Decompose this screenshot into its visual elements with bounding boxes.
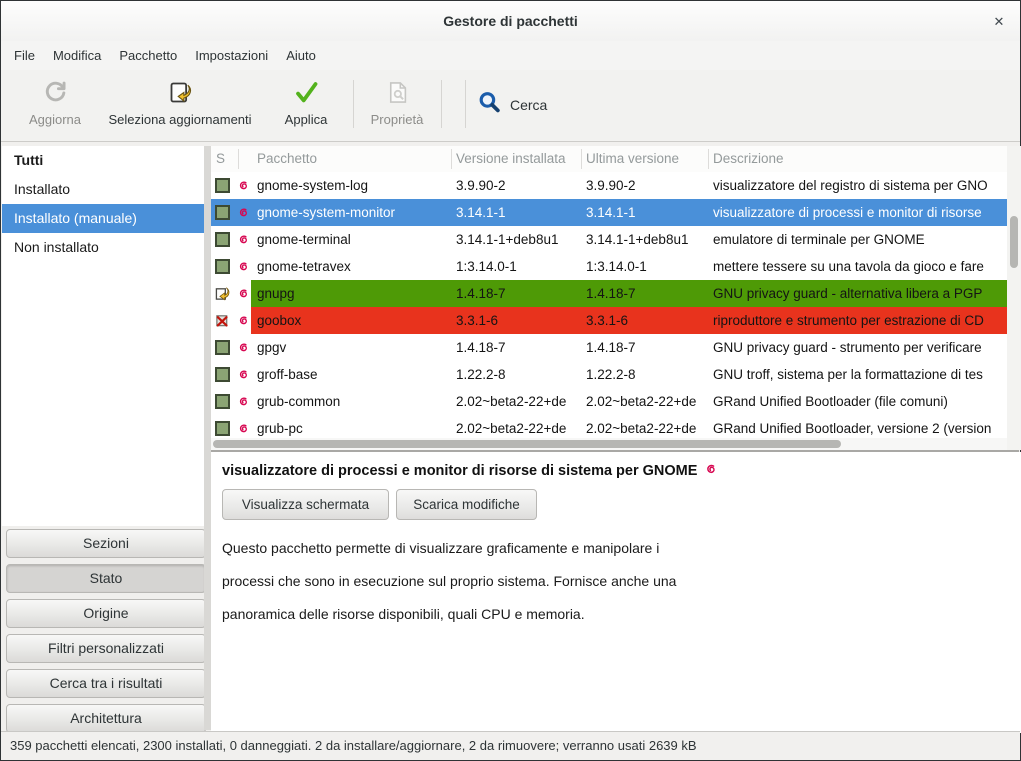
sections-button[interactable]: Sezioni: [6, 529, 206, 558]
custom-filters-button[interactable]: Filtri personalizzati: [6, 634, 206, 663]
table-row[interactable]: grub-common 2.02~beta2-22+de 2.02~beta2-…: [211, 388, 1007, 415]
debian-swirl-icon: [236, 340, 251, 355]
mark-all-upgrades-button[interactable]: Seleziona aggiornamenti: [99, 76, 261, 136]
properties-button[interactable]: Proprietà: [361, 76, 433, 136]
table-row[interactable]: groff-base 1.22.2-8 1.22.2-8 GNU troff, …: [211, 361, 1007, 388]
mark-upgrades-icon: [99, 76, 261, 108]
vertical-scrollbar[interactable]: [1007, 146, 1021, 450]
package-description: Questo pacchetto permette di visualizzar…: [222, 532, 962, 631]
properties-icon: [361, 76, 433, 108]
horizontal-scrollbar[interactable]: [211, 438, 1007, 450]
table-row[interactable]: gnome-system-log 3.9.90-2 3.9.90-2 visua…: [211, 172, 1007, 199]
column-header-package[interactable]: Pacchetto: [257, 146, 447, 172]
table-row-marked-removal[interactable]: goobox 3.3.1-6 3.3.1-6 riproduttore e st…: [211, 307, 1007, 334]
status-button[interactable]: Stato: [6, 564, 206, 593]
debian-swirl-icon: [236, 421, 251, 436]
refresh-button[interactable]: Aggiorna: [17, 76, 93, 136]
debian-swirl-icon: [236, 313, 251, 328]
column-header-s[interactable]: S: [216, 146, 236, 172]
toolbar-separator: [353, 80, 354, 128]
menu-aiuto[interactable]: Aiuto: [277, 43, 325, 68]
menu-pacchetto[interactable]: Pacchetto: [110, 43, 186, 68]
refresh-icon: [17, 76, 93, 108]
debian-swirl-icon: [703, 461, 719, 481]
status-remove-icon: [215, 313, 230, 328]
status-installed-icon: [215, 394, 230, 409]
statusbar: 359 pacchetti elencati, 2300 installati,…: [1, 731, 1020, 760]
status-installed-icon: [215, 259, 230, 274]
details-pane: visualizzatore di processi e monitor di …: [211, 452, 1021, 733]
table-row[interactable]: gpgv 1.4.18-7 1.4.18-7 GNU privacy guard…: [211, 334, 1007, 361]
apply-check-icon: [273, 76, 339, 108]
menu-impostazioni[interactable]: Impostazioni: [186, 43, 277, 68]
table-row-marked-reinstall[interactable]: gnupg 1.4.18-7 1.4.18-7 GNU privacy guar…: [211, 280, 1007, 307]
column-header-installed-version[interactable]: Versione installata: [456, 146, 580, 172]
filter-item-installato[interactable]: Installato: [2, 175, 204, 204]
toolbar-separator: [441, 80, 442, 128]
window-title: Gestore di pacchetti: [1, 13, 1020, 29]
filter-item-installato-manuale[interactable]: Installato (manuale): [2, 204, 204, 233]
toolbar: Aggiorna Seleziona aggiornamenti Applica…: [1, 70, 1020, 142]
toolbar-separator: [465, 80, 466, 128]
search-results-button[interactable]: Cerca tra i risultati: [6, 669, 206, 698]
status-text: 359 pacchetti elencati, 2300 installati,…: [10, 738, 697, 753]
close-icon[interactable]: ✕: [990, 13, 1008, 31]
menu-file[interactable]: File: [5, 43, 44, 68]
debian-swirl-icon: [236, 178, 251, 193]
status-installed-icon: [215, 367, 230, 382]
get-screenshot-button[interactable]: Visualizza schermata: [222, 489, 389, 520]
status-installed-icon: [215, 178, 230, 193]
table-header: S Pacchetto Versione installata Ultima v…: [211, 146, 1007, 172]
horizontal-scrollbar-thumb[interactable]: [213, 440, 841, 448]
search-button[interactable]: Cerca: [477, 86, 547, 124]
debian-swirl-icon: [236, 259, 251, 274]
table-row[interactable]: gnome-terminal 3.14.1-1+deb8u1 3.14.1-1+…: [211, 226, 1007, 253]
debian-swirl-icon: [236, 205, 251, 220]
debian-swirl-icon: [236, 367, 251, 382]
package-table: S Pacchetto Versione installata Ultima v…: [211, 146, 1007, 450]
menubar: File Modifica Pacchetto Impostazioni Aiu…: [1, 41, 1020, 70]
synaptic-window: Gestore di pacchetti ✕ File Modifica Pac…: [0, 0, 1021, 761]
status-installed-icon: [215, 205, 230, 220]
table-row-selected[interactable]: gnome-system-monitor 3.14.1-1 3.14.1-1 v…: [211, 199, 1007, 226]
status-reinstall-icon: [215, 286, 230, 301]
sidebar-buttons: Sezioni Stato Origine Filtri personalizz…: [2, 526, 208, 733]
status-installed-icon: [215, 421, 230, 436]
debian-swirl-icon: [236, 286, 251, 301]
column-header-description[interactable]: Descrizione: [713, 146, 913, 172]
architecture-button[interactable]: Architettura: [6, 704, 206, 733]
status-installed-icon: [215, 340, 230, 355]
debian-swirl-icon: [236, 232, 251, 247]
table-row[interactable]: gnome-tetravex 1:3.14.0-1 1:3.14.0-1 met…: [211, 253, 1007, 280]
menu-modifica[interactable]: Modifica: [44, 43, 110, 68]
filter-list: Tutti Installato Installato (manuale) No…: [2, 146, 204, 526]
package-summary-title: visualizzatore di processi e monitor di …: [222, 461, 719, 481]
search-icon: [477, 90, 502, 120]
pane-splitter[interactable]: [204, 146, 211, 730]
titlebar: Gestore di pacchetti ✕: [1, 1, 1020, 41]
origin-button[interactable]: Origine: [6, 599, 206, 628]
apply-button[interactable]: Applica: [273, 76, 339, 136]
get-changelog-button[interactable]: Scarica modifiche: [396, 489, 537, 520]
debian-swirl-icon: [236, 394, 251, 409]
vertical-scrollbar-thumb[interactable]: [1010, 216, 1018, 268]
status-installed-icon: [215, 232, 230, 247]
filter-item-non-installato[interactable]: Non installato: [2, 233, 204, 262]
column-header-latest-version[interactable]: Ultima versione: [586, 146, 708, 172]
filter-item-tutti[interactable]: Tutti: [2, 146, 204, 175]
